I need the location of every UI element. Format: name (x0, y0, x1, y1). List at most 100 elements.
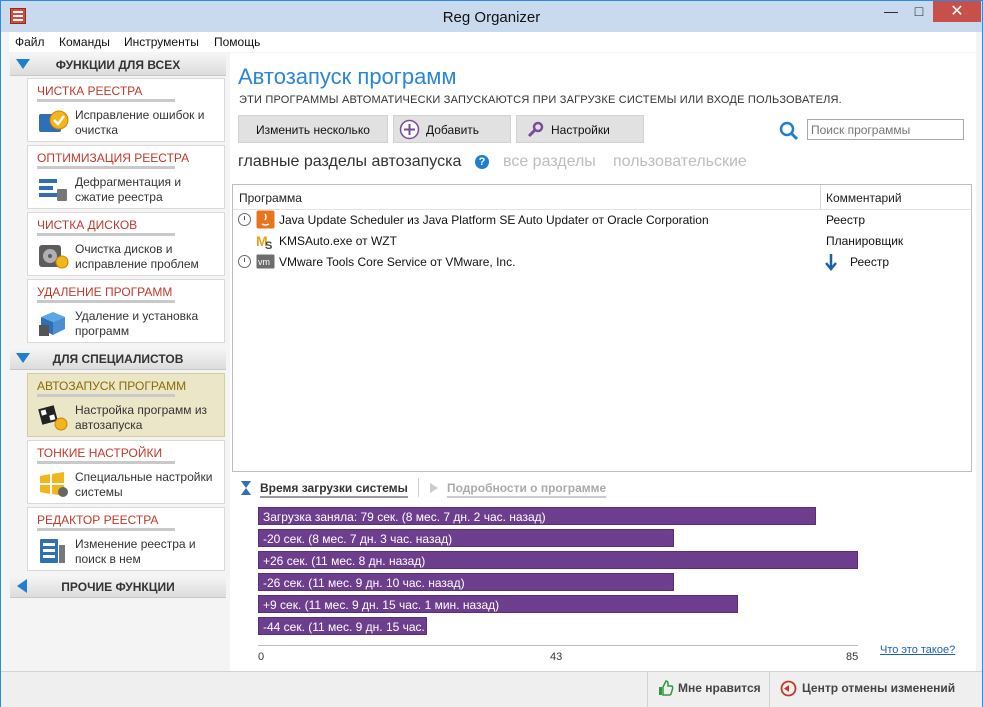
minimize-button[interactable]: — (877, 1, 905, 22)
tile-divider (37, 394, 175, 397)
boot-time-axis: 0 43 85 (258, 645, 859, 663)
tab-user-sections[interactable]: пользовательские (613, 153, 747, 171)
section-header-specialists[interactable]: ДЛЯ СПЕЦИАЛИСТОВ (10, 347, 226, 370)
program-name: VMware Tools Core Service от VMware, Inc… (279, 255, 516, 269)
column-divider (820, 185, 821, 209)
clock-icon (238, 213, 251, 226)
search-box (807, 119, 964, 140)
disk-clean-icon (39, 245, 69, 269)
svg-text:S: S (265, 240, 272, 250)
table-row[interactable]: Java Update Scheduler из Java Platform S… (233, 209, 971, 230)
maximize-button[interactable]: □ (905, 1, 933, 22)
sidebar-item-registry-editor[interactable]: РЕДАКТОР РЕЕСТРА Изменение реестра и пои… (27, 507, 225, 571)
tile-description: Очистка дисков и исправление проблем (75, 242, 199, 271)
like-label: Мне нравится (678, 681, 761, 695)
tab-boot-time[interactable]: Время загрузки системы (260, 481, 408, 498)
button-label: Добавить (426, 123, 480, 137)
section-header-other[interactable]: ПРОЧИЕ ФУНКЦИИ (10, 575, 226, 598)
tile-divider (37, 166, 175, 169)
kmsauto-icon: M S (256, 233, 272, 250)
menu-commands[interactable]: Команды (59, 35, 110, 49)
page-subtitle: ЭТИ ПРОГРАММЫ АВТОМАТИЧЕСКИ ЗАПУСКАЮТСЯ … (239, 94, 842, 106)
tile-divider (37, 461, 175, 464)
sidebar-item-tweaks[interactable]: ТОНКИЕ НАСТРОЙКИ Специальные настройки с… (27, 440, 225, 504)
search-icon[interactable] (778, 120, 800, 142)
tile-title: АВТОЗАПУСК ПРОГРАММ (37, 379, 187, 393)
play-icon (430, 483, 438, 493)
registry-clean-icon (39, 110, 69, 132)
what-is-it-link[interactable]: Что это такое? (880, 644, 955, 656)
registry-editor-icon (40, 539, 65, 563)
menu-tools[interactable]: Инструменты (124, 35, 199, 49)
boot-bar: Загрузка заняла: 79 сек. (8 мес. 7 дн. 2… (258, 507, 816, 525)
page-title: Автозапуск программ (238, 64, 457, 89)
tile-title: ОПТИМИЗАЦИЯ РЕЕСТРА (37, 151, 190, 165)
java-icon (256, 210, 275, 229)
registry-optimize-icon (39, 179, 67, 201)
sidebar-item-disk-clean[interactable]: ЧИСТКА ДИСКОВ Очистка дисков и исправлен… (27, 212, 225, 276)
tile-divider (37, 300, 175, 303)
program-comment: Реестр (850, 255, 889, 269)
tile-description: Настройка программ из автозапуска (75, 403, 208, 432)
boot-bar-label: Загрузка заняла: 79 сек. (8 мес. 7 дн. 2… (263, 510, 546, 524)
tile-title: УДАЛЕНИЕ ПРОГРАММ (37, 285, 173, 299)
column-header-program[interactable]: Программа (239, 191, 302, 205)
axis-tick-label: 85 (846, 651, 859, 663)
program-comment: Планировщик (826, 234, 904, 248)
help-icon[interactable]: ? (475, 155, 489, 169)
tab-program-details[interactable]: Подробности о программе (447, 481, 607, 498)
boot-bar-label: -26 сек. (11 мес. 9 дн. 10 час. назад) (263, 576, 465, 590)
tile-title: ТОНКИЕ НАСТРОЙКИ (37, 446, 163, 460)
axis-line (258, 645, 858, 646)
status-bar: Мне нравится Центр отмены изменений (1, 671, 982, 707)
sidebar-item-registry-clean[interactable]: ЧИСТКА РЕЕСТРА Исправление ошибок и очис… (27, 78, 225, 142)
column-header-comment[interactable]: Комментарий (826, 191, 902, 205)
plus-circle-icon (399, 119, 420, 140)
menu-help[interactable]: Помощь (214, 35, 260, 49)
menu-file[interactable]: Файл (15, 35, 45, 49)
boot-bar: +9 сек. (11 мес. 9 дн. 15 час. 1 мин. на… (258, 595, 738, 613)
vmware-icon: vm (256, 254, 275, 269)
tile-title: ЧИСТКА РЕЕСТРА (37, 84, 143, 98)
tab-divider (418, 478, 419, 497)
close-button[interactable]: ✕ (933, 1, 981, 22)
section-header-everyone[interactable]: ФУНКЦИИ ДЛЯ ВСЕХ (10, 53, 226, 76)
add-button[interactable]: Добавить (393, 115, 511, 143)
undo-center-label: Центр отмены изменений (802, 681, 956, 695)
hourglass-icon (241, 481, 251, 495)
tab-all-sections[interactable]: все разделы (503, 153, 596, 171)
tile-divider (37, 99, 175, 102)
tile-description: Изменение реестра и поиск в нем (75, 537, 196, 566)
load-tabs: Время загрузки системы Подробности о про… (238, 478, 968, 498)
change-many-button[interactable]: Изменить несколько (238, 115, 388, 143)
table-row[interactable]: vm VMware Tools Core Service от VMware, … (233, 251, 971, 272)
settings-button[interactable]: Настройки (516, 115, 644, 143)
boot-bar: -44 сек. (11 мес. 9 дн. 15 час. ... (258, 617, 438, 635)
sidebar: ФУНКЦИИ ДЛЯ ВСЕХ ЧИСТКА РЕЕСТРА Исправле… (10, 53, 229, 605)
arrow-down-icon[interactable] (824, 253, 838, 271)
thumbs-up-icon (659, 680, 674, 696)
boot-bar-label: +9 сек. (11 мес. 9 дн. 15 час. 1 мин. на… (263, 598, 500, 612)
app-window: Reg Organizer — □ ✕ Файл Команды Инструм… (0, 0, 983, 707)
program-comment: Реестр (826, 213, 865, 227)
tweaks-icon (40, 472, 68, 497)
sidebar-item-registry-optimize[interactable]: ОПТИМИЗАЦИЯ РЕЕСТРА Дефрагментация и сжа… (27, 145, 225, 209)
undo-center-button[interactable]: Центр отмены изменений (769, 672, 975, 707)
tile-divider (37, 528, 175, 531)
tile-title: РЕДАКТОР РЕЕСТРА (37, 513, 159, 527)
title-bar: Reg Organizer — □ ✕ (1, 1, 982, 32)
like-button[interactable]: Мне нравится (647, 672, 768, 707)
tile-divider (37, 233, 175, 236)
boot-bar-label: -20 сек. (8 мес. 7 дн. 3 час. назад) (263, 532, 453, 546)
search-input[interactable] (808, 120, 963, 139)
tab-main-sections[interactable]: главные разделы автозапуска (238, 153, 461, 171)
table-row[interactable]: M S KMSAuto.exe от WZT Планировщик (233, 230, 971, 251)
sidebar-item-autorun[interactable]: АВТОЗАПУСК ПРОГРАММ Настройка программ и… (27, 373, 225, 437)
section-label: ДЛЯ СПЕЦИАЛИСТОВ (52, 352, 184, 366)
main-panel: Автозапуск программ ЭТИ ПРОГРАММЫ АВТОМА… (230, 53, 976, 671)
undo-center-icon (780, 680, 797, 697)
tile-title: ЧИСТКА ДИСКОВ (37, 218, 138, 232)
wrench-icon (527, 121, 544, 138)
svg-text:vm: vm (258, 257, 270, 267)
sidebar-item-uninstall[interactable]: УДАЛЕНИЕ ПРОГРАММ Удаление и установка п… (27, 279, 225, 343)
